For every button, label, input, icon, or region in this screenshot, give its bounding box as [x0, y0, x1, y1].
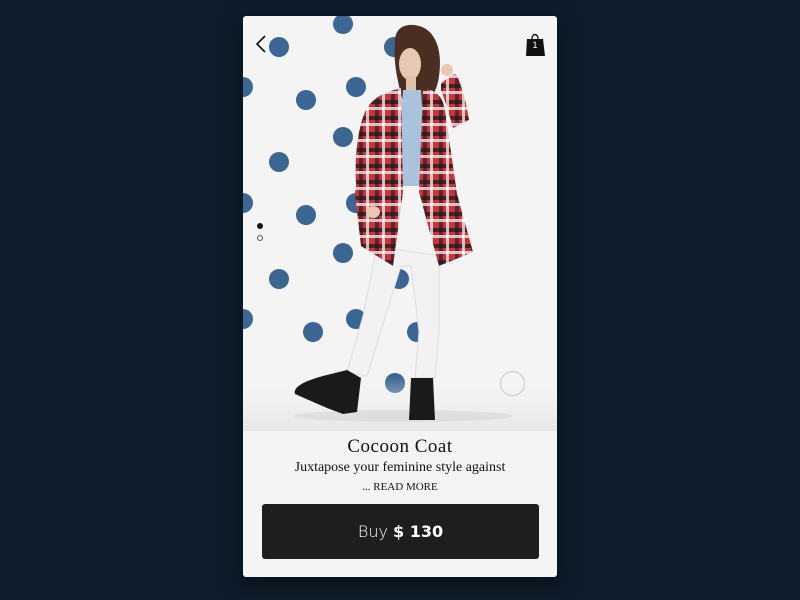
pager-dot-active[interactable]	[257, 223, 263, 229]
back-button[interactable]	[249, 32, 273, 56]
buy-button[interactable]: Buy $ 130	[262, 504, 539, 559]
model-figure	[294, 24, 473, 420]
product-hero: 1	[243, 16, 557, 431]
buy-price: $ 130	[392, 522, 444, 541]
color-swatch-ring[interactable]	[500, 371, 525, 396]
back-chevron-icon	[255, 35, 266, 53]
cart-button[interactable]: 1	[526, 31, 548, 57]
cart-count: 1	[532, 40, 538, 50]
product-title: Cocoon Coat	[347, 436, 453, 457]
pager-dot-inactive[interactable]	[257, 235, 263, 241]
product-card: 1 Cocoon Coat Juxtapose your feminine st…	[243, 16, 557, 577]
product-description: Juxtapose your feminine style against	[294, 460, 506, 475]
buy-label: Buy	[357, 522, 388, 541]
carousel-pager	[257, 223, 263, 247]
product-image	[243, 16, 557, 431]
read-more-link[interactable]: ... READ MORE	[243, 481, 557, 493]
